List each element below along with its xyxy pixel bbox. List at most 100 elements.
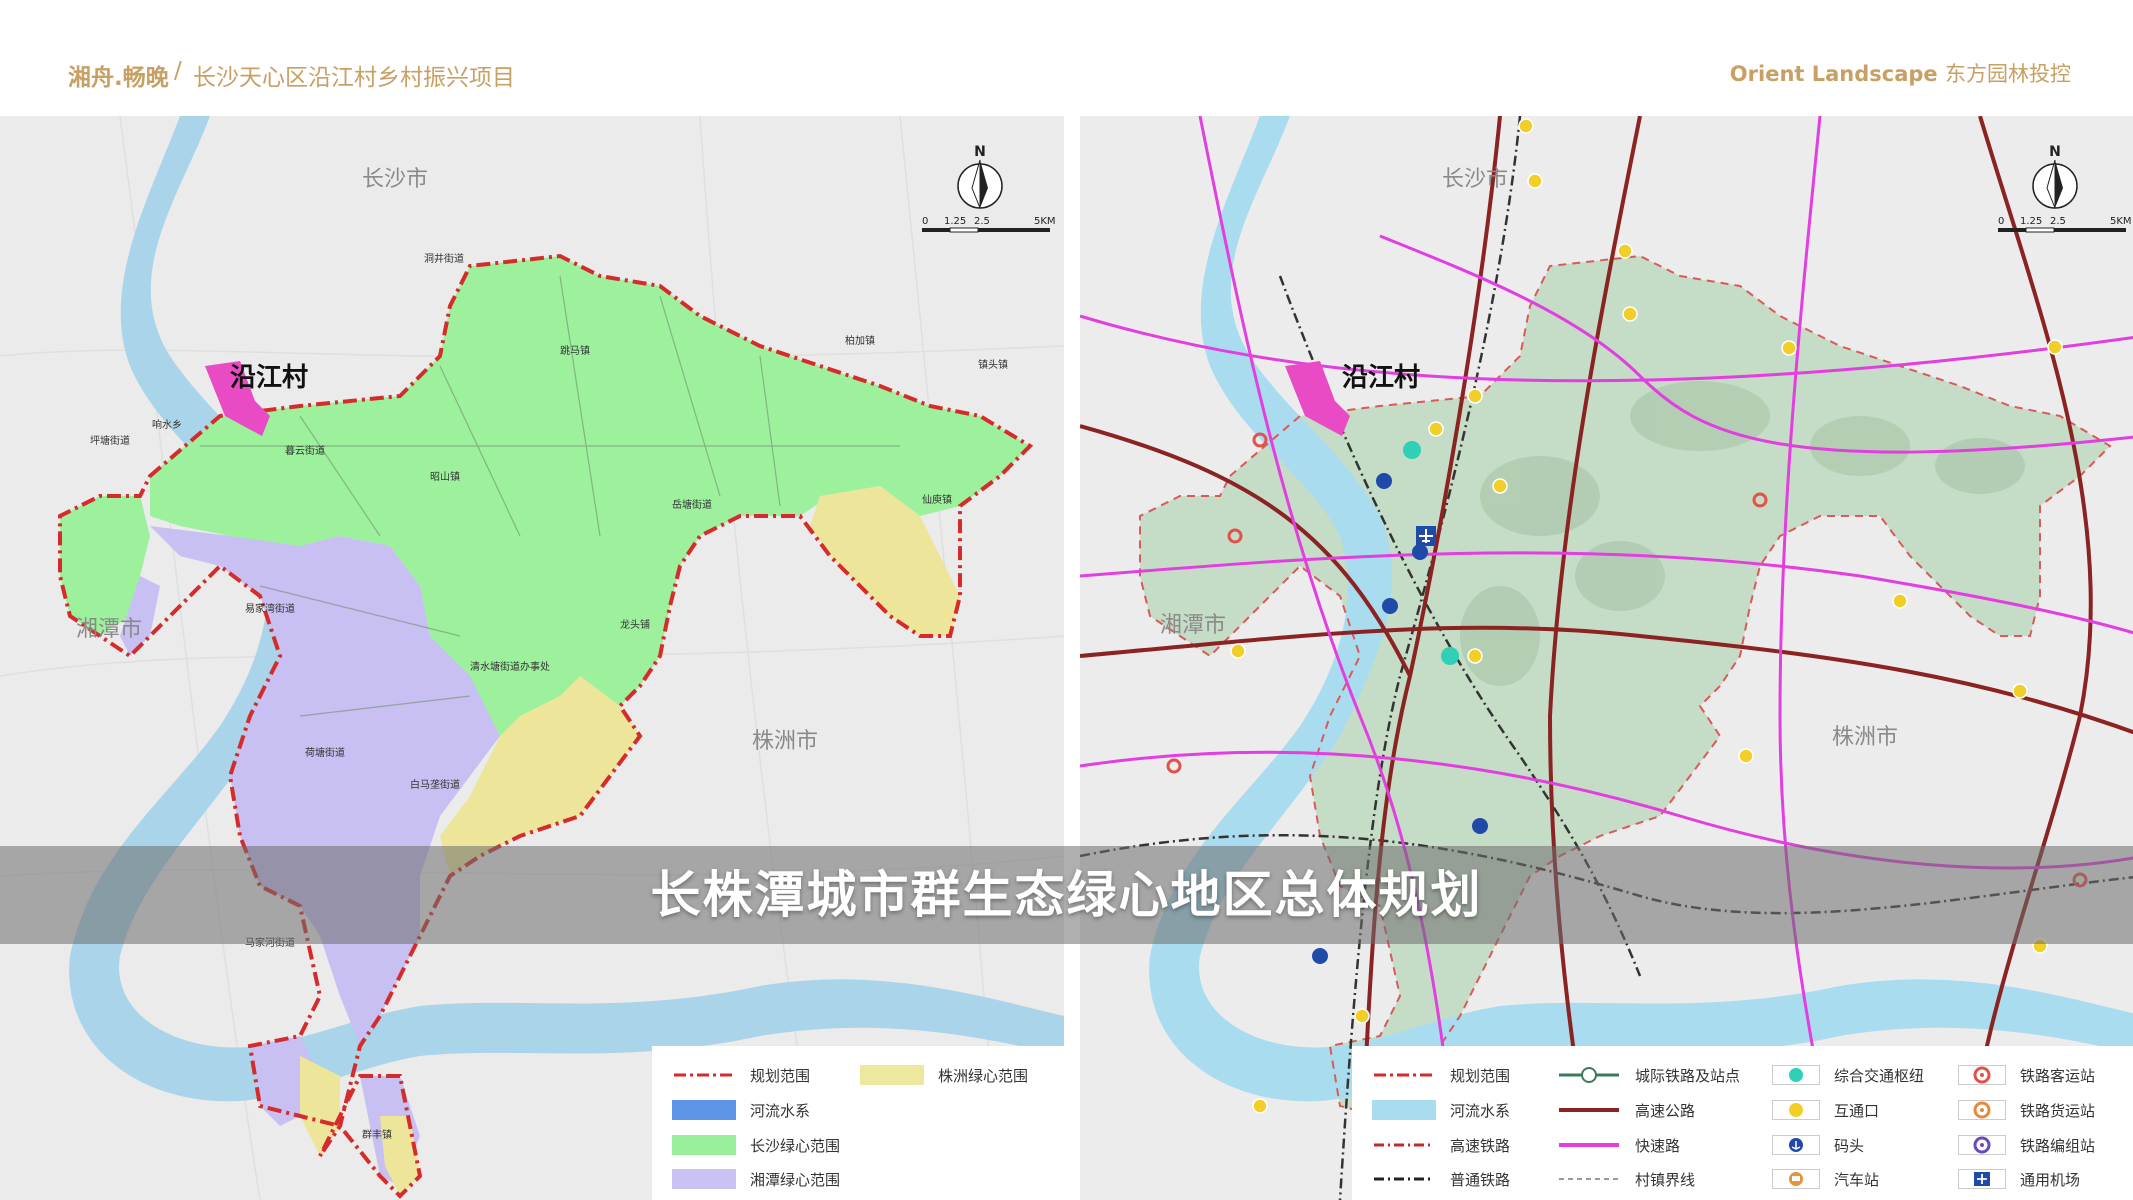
legend-swatch-brown-line [1557, 1100, 1621, 1120]
legend-item-highway: 高速公路 [1557, 1097, 1695, 1123]
place-label: 清水塘街道办事处 [470, 660, 550, 673]
legend-item-interchange: 互通口 [1772, 1097, 1879, 1123]
legend-item-xiangtan-zone: 湘潭绿心范围 [672, 1166, 840, 1192]
place-label: 龙头铺 [620, 618, 650, 631]
legend-label: 铁路货运站 [2020, 1101, 2096, 1120]
zone-map-canvas: N 0 1.25 2.5 5KM 长沙市 湘潭市 株洲市 沿江村 暮云街道 跳马… [0, 116, 1064, 1200]
legend-label: 铁路编组站 [2020, 1136, 2096, 1155]
anchor-icon [1772, 1135, 1820, 1155]
scale-tick-3: 5KM [1034, 216, 1056, 227]
scale-tick-1: 1.25 [2020, 216, 2042, 227]
legend-item-railway: 普通铁路 [1372, 1166, 1510, 1192]
legend-swatch-green [672, 1135, 736, 1155]
legend-item-town-boundary: 村镇界线 [1557, 1166, 1695, 1192]
plane-icon [1958, 1169, 2006, 1189]
yanjiang-village-label: 沿江村 [230, 363, 308, 393]
legend-item-passenger-station: 铁路客运站 [1958, 1062, 2095, 1088]
legend-label: 河流水系 [1450, 1101, 1511, 1120]
legend-label: 快速路 [1635, 1136, 1681, 1155]
legend-label: 规划范围 [750, 1066, 811, 1085]
company-name-en: Orient Landscape [1729, 62, 1938, 86]
legend-item-river: 河流水系 [672, 1097, 810, 1123]
red-ring-icon [1958, 1065, 2006, 1085]
legend-swatch-rail-black [1372, 1169, 1436, 1189]
legend-label: 长沙绿心范围 [750, 1136, 841, 1155]
legend-swatch-rail-red [1372, 1135, 1436, 1155]
scale-bar [1998, 227, 2126, 233]
legend-swatch-dash-gray [1557, 1169, 1621, 1189]
legend-swatch-yellow [860, 1065, 924, 1085]
city-label-xiangtan: 湘潭市 [1160, 613, 1226, 638]
city-label-zhuzhou: 株洲市 [1832, 725, 1898, 750]
legend-item-transport-hub: 综合交通枢纽 [1772, 1062, 1924, 1088]
banner-title: 长株潭城市群生态绿心地区总体规划 [650, 866, 1483, 924]
place-label: 群丰镇 [362, 1128, 392, 1141]
legend-item-intercity-rail: 城际铁路及站点 [1557, 1062, 1740, 1088]
place-label: 暮云街道 [285, 444, 325, 457]
legend-swatch-yellow-dot [1772, 1100, 1820, 1120]
place-label: 跳马镇 [560, 344, 590, 357]
legend-item-bus-station: 汽车站 [1772, 1166, 1879, 1192]
title-separator: / [174, 58, 182, 84]
legend-label: 高速铁路 [1450, 1136, 1511, 1155]
legend-label: 河流水系 [750, 1101, 811, 1120]
project-title: 长沙天心区沿江村乡村振兴项目 [193, 65, 515, 91]
company-name-cn: 东方园林投控 [1945, 62, 2071, 86]
legend-item-zhuzhou-zone: 株洲绿心范围 [860, 1062, 1028, 1088]
purple-ring-icon [1958, 1135, 2006, 1155]
legend-label: 汽车站 [1834, 1170, 1880, 1189]
legend-item-river: 河流水系 [1372, 1097, 1510, 1123]
scale-bar [922, 227, 1050, 233]
city-label-changsha: 长沙市 [1442, 167, 1508, 192]
company-name: Orient Landscape 东方园林投控 [1730, 58, 2071, 88]
scale-tick-1: 1.25 [944, 216, 966, 227]
legend-label: 通用机场 [2020, 1170, 2081, 1189]
place-label: 白马垄街道 [410, 778, 460, 791]
place-label: 荷塘街道 [305, 746, 345, 759]
legend-swatch-magenta-line [1557, 1135, 1621, 1155]
city-label-changsha: 长沙市 [362, 167, 428, 192]
legend-swatch-blue [672, 1100, 736, 1120]
legend-label: 规划范围 [1450, 1066, 1511, 1085]
orange-ring-icon [1958, 1100, 2006, 1120]
transport-map-canvas: N 0 1.25 2.5 5KM 长沙市 湘潭市 株洲市 沿江村 [1080, 116, 2133, 1200]
north-label: N [974, 144, 986, 160]
legend-swatch-dashdot [672, 1065, 736, 1085]
legend-label: 铁路客运站 [2020, 1066, 2096, 1085]
bus-icon [1772, 1169, 1820, 1189]
place-label: 仙庾镇 [922, 493, 952, 506]
transport-network-map[interactable]: N 0 1.25 2.5 5KM 长沙市 湘潭市 株洲市 沿江村 [1080, 116, 2133, 1200]
legend-item-high-speed-rail: 高速铁路 [1372, 1132, 1510, 1158]
legend-swatch-water [1372, 1100, 1436, 1120]
legend-item-airport: 通用机场 [1958, 1166, 2080, 1192]
scale-tick-2: 2.5 [2050, 216, 2066, 227]
airport-icon [1416, 526, 1436, 546]
legend-label: 互通口 [1834, 1101, 1880, 1120]
legend-swatch-dash-red [1372, 1065, 1436, 1085]
legend-label: 城际铁路及站点 [1635, 1066, 1741, 1085]
green-heart-zone-map[interactable]: N 0 1.25 2.5 5KM 长沙市 湘潭市 株洲市 沿江村 暮云街道 跳马… [0, 116, 1064, 1200]
legend-label: 普通铁路 [1450, 1170, 1511, 1189]
yanjiang-village-label: 沿江村 [1342, 363, 1420, 393]
legend-swatch-rail-station [1557, 1065, 1621, 1085]
scale-tick-0: 0 [1998, 216, 2004, 227]
legend-item-marshalling-station: 铁路编组站 [1958, 1132, 2095, 1158]
city-label-zhuzhou: 株洲市 [752, 729, 818, 754]
legend-item-planning-boundary: 规划范围 [672, 1062, 810, 1088]
legend-label: 株洲绿心范围 [938, 1066, 1029, 1085]
legend-item-expressway: 快速路 [1557, 1132, 1680, 1158]
title-banner: 长株潭城市群生态绿心地区总体规划 [0, 846, 2133, 944]
scale-tick-3: 5KM [2110, 216, 2132, 227]
brand-name: 湘舟.畅晚 [68, 65, 169, 91]
place-label: 柏加镇 [845, 334, 875, 347]
scale-tick-2: 2.5 [974, 216, 990, 227]
place-label: 镇头镇 [978, 358, 1008, 371]
legend-item-port: 码头 [1772, 1132, 1864, 1158]
legend-swatch-teal-dot [1772, 1065, 1820, 1085]
legend-item-planning-boundary: 规划范围 [1372, 1062, 1510, 1088]
legend-label: 高速公路 [1635, 1101, 1696, 1120]
north-label: N [2049, 144, 2061, 160]
legend-label: 码头 [1834, 1136, 1865, 1155]
scale-tick-0: 0 [922, 216, 928, 227]
legend-label: 湘潭绿心范围 [750, 1170, 841, 1189]
